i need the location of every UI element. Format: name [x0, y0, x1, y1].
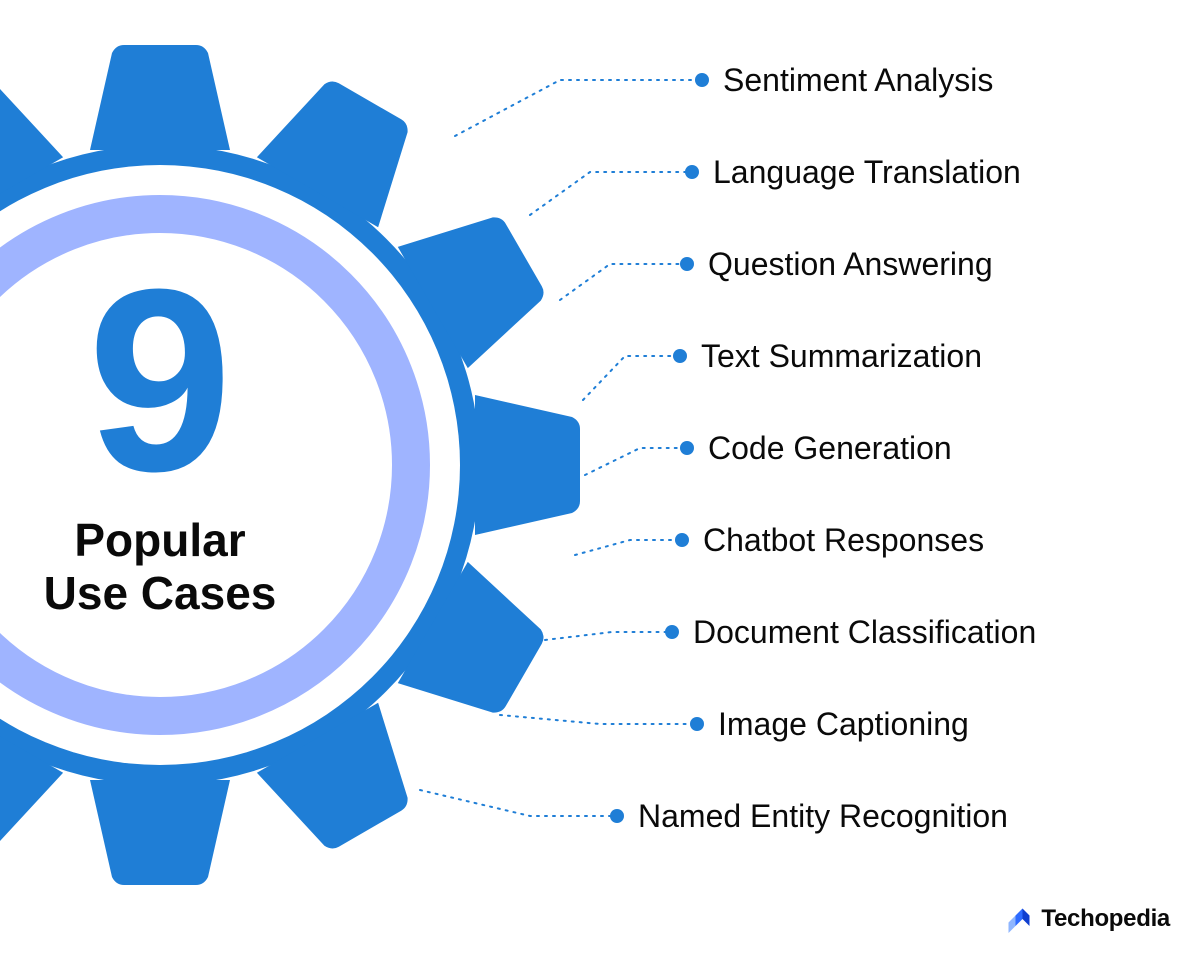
- list-item-label: Code Generation: [708, 430, 952, 467]
- list-item: Text Summarization: [673, 339, 1036, 373]
- brand-name: Techopedia: [1041, 905, 1170, 933]
- use-case-list: Sentiment Analysis Language Translation …: [665, 63, 1036, 891]
- gear-hub: 9 Popular Use Cases: [0, 45, 580, 885]
- inner-ring: 9 Popular Use Cases: [0, 165, 460, 765]
- bullet-icon: [610, 809, 624, 823]
- bullet-icon: [675, 533, 689, 547]
- bullet-icon: [680, 257, 694, 271]
- list-item: Chatbot Responses: [675, 523, 1036, 557]
- list-item: Code Generation: [680, 431, 1036, 465]
- list-item-label: Text Summarization: [701, 338, 982, 375]
- bullet-icon: [690, 717, 704, 731]
- hub-number: 9: [88, 271, 233, 492]
- hub-subtitle-1: Popular: [74, 514, 245, 567]
- brand-footer: Techopedia: [1005, 905, 1170, 933]
- list-item-label: Document Classification: [693, 614, 1036, 651]
- bullet-icon: [685, 165, 699, 179]
- list-item: Sentiment Analysis: [695, 63, 1036, 97]
- bullet-icon: [680, 441, 694, 455]
- brand-logo-icon: [1005, 905, 1033, 933]
- bullet-icon: [695, 73, 709, 87]
- list-item: Named Entity Recognition: [610, 799, 1036, 833]
- list-item: Document Classification: [665, 615, 1036, 649]
- list-item-label: Named Entity Recognition: [638, 798, 1008, 835]
- list-item: Image Captioning: [690, 707, 1036, 741]
- bullet-icon: [673, 349, 687, 363]
- bullet-icon: [665, 625, 679, 639]
- list-item: Language Translation: [685, 155, 1036, 189]
- hub-text: 9 Popular Use Cases: [0, 165, 460, 765]
- diagram-stage: 9 Popular Use Cases Sentiment Analysis: [0, 0, 1200, 955]
- list-item: Question Answering: [680, 247, 1036, 281]
- list-item-label: Language Translation: [713, 154, 1021, 191]
- list-item-label: Question Answering: [708, 246, 993, 283]
- list-item-label: Chatbot Responses: [703, 522, 984, 559]
- hub-subtitle-2: Use Cases: [44, 567, 277, 620]
- list-item-label: Image Captioning: [718, 706, 969, 743]
- list-item-label: Sentiment Analysis: [723, 62, 993, 99]
